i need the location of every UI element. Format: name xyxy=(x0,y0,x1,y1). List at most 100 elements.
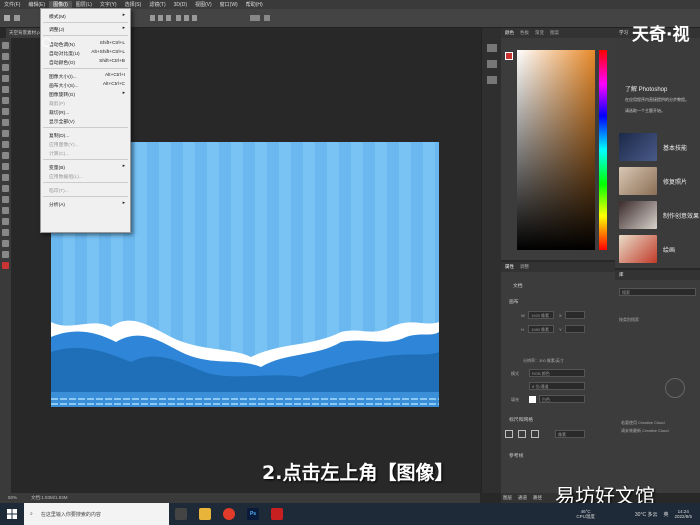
tab-properties[interactable]: 属性 xyxy=(505,264,514,270)
menu-item-auto-tone[interactable]: 自动色调(N) Shift+Ctrl+L xyxy=(41,39,130,48)
menu-view[interactable]: 视图(V) xyxy=(191,1,216,8)
start-button[interactable] xyxy=(0,503,24,525)
foreground-swatch[interactable] xyxy=(505,52,513,60)
crop-icon[interactable] xyxy=(2,86,9,93)
menu-item-image-size[interactable]: 图像大小(I)... Alt+Ctrl+I xyxy=(41,71,130,80)
x-field[interactable] xyxy=(565,311,585,319)
tab-patterns[interactable]: 图案 xyxy=(550,30,559,36)
history-icon[interactable] xyxy=(486,44,497,52)
eyedropper-icon[interactable] xyxy=(2,97,9,104)
chrome-icon[interactable] xyxy=(223,508,235,520)
unit-select[interactable]: 像素 xyxy=(555,430,585,438)
color-picker-field[interactable] xyxy=(517,50,595,250)
tab-swatches[interactable]: 色板 xyxy=(520,30,529,36)
menu-layer[interactable]: 图层(L) xyxy=(72,1,96,8)
hand-icon[interactable] xyxy=(2,240,9,247)
learn-desc-2: 请选取一个主题开始。 xyxy=(625,108,665,113)
menu-item-analysis[interactable]: 分析(A) ▸ xyxy=(41,199,130,208)
tab-channels[interactable]: 通道 xyxy=(518,495,527,501)
photoshop-taskbar-icon[interactable]: Ps xyxy=(247,508,259,520)
menu-image[interactable]: 图像(I) xyxy=(49,1,72,8)
learn-topic-basic[interactable]: 基本技能 xyxy=(619,132,700,162)
brush-settings-icon[interactable] xyxy=(486,76,497,84)
menu-item-apply-data-set[interactable]: 应用数据组(L)... xyxy=(41,171,130,180)
grid-icon[interactable] xyxy=(518,430,526,438)
menu-item-canvas-size[interactable]: 画布大小(S)... Alt+Ctrl+C xyxy=(41,80,130,89)
menu-select[interactable]: 选择(S) xyxy=(121,1,146,8)
weather-widget[interactable]: 30°C 多云 xyxy=(635,511,658,518)
tab-gradients[interactable]: 渐变 xyxy=(535,30,544,36)
learn-topic-painting[interactable]: 绘画 xyxy=(619,234,700,264)
lasso-icon[interactable] xyxy=(2,64,9,71)
properties-icon[interactable] xyxy=(486,60,497,68)
tab-layers[interactable]: 图层 xyxy=(503,495,512,501)
stamp-icon[interactable] xyxy=(2,130,9,137)
pen-icon[interactable] xyxy=(2,196,9,203)
brush-icon[interactable] xyxy=(2,119,9,126)
menu-item-adjust[interactable]: 调整(J) ▸ xyxy=(41,24,130,33)
menu-item-mode[interactable]: 模式(M) ▸ xyxy=(41,11,130,20)
gradient-icon[interactable] xyxy=(2,163,9,170)
learn-topic-fix-photos[interactable]: 修复照片 xyxy=(619,166,700,196)
task-view-icon[interactable] xyxy=(175,508,187,520)
height-field[interactable]: 1080 像素 xyxy=(528,325,554,333)
blur-icon[interactable] xyxy=(2,174,9,181)
width-field[interactable]: 1920 像素 xyxy=(528,311,554,319)
ruler-icon[interactable] xyxy=(505,430,513,438)
menu-filter[interactable]: 滤镜(T) xyxy=(145,1,169,8)
taskbar-search[interactable]: ⌕ 在这里输入你要搜索的内容 xyxy=(24,503,169,525)
menu-item-reveal-all[interactable]: 显示全部(V) xyxy=(41,116,130,125)
app-taskbar-icon[interactable] xyxy=(271,508,283,520)
fill-select[interactable]: 白色 xyxy=(539,395,585,403)
learn-topic-creative[interactable]: 制作创意效果 xyxy=(619,200,700,230)
menu-edit[interactable]: 编辑(E) xyxy=(24,1,49,8)
magic-wand-icon[interactable] xyxy=(2,75,9,82)
menu-item-auto-contrast[interactable]: 自动对比度(U) Alt+Shift+Ctrl+L xyxy=(41,48,130,57)
fill-swatch[interactable] xyxy=(529,396,536,403)
creative-cloud-icon xyxy=(665,378,685,398)
eraser-icon[interactable] xyxy=(2,152,9,159)
library-search-input[interactable]: 搜索 xyxy=(619,288,696,296)
dodge-icon[interactable] xyxy=(2,185,9,192)
history-brush-icon[interactable] xyxy=(2,141,9,148)
cpu-temp-widget[interactable]: 46°C CPU温度 xyxy=(576,509,595,520)
file-explorer-icon[interactable] xyxy=(199,508,211,520)
menu-item-trap[interactable]: 陷印(T)... xyxy=(41,185,130,194)
clock[interactable]: 14:24 2022/8/5 xyxy=(674,509,692,519)
depth-select[interactable]: 8 位/通道 xyxy=(529,382,585,390)
menu-item-variables[interactable]: 变量(B) ▸ xyxy=(41,162,130,171)
library-filter[interactable]: 按类别搜索 xyxy=(619,317,639,323)
menu-item-calculations[interactable]: 计算(C)... xyxy=(41,148,130,157)
tab-libraries[interactable]: 库 xyxy=(619,272,624,278)
menu-help[interactable]: 帮助(H) xyxy=(242,1,267,8)
menu-type[interactable]: 文字(Y) xyxy=(96,1,121,8)
tab-paths[interactable]: 路径 xyxy=(533,495,542,501)
zoom-icon[interactable] xyxy=(2,251,9,258)
marquee-icon[interactable] xyxy=(2,53,9,60)
move-icon[interactable] xyxy=(2,42,9,49)
menu-item-duplicate[interactable]: 复制(D)... xyxy=(41,130,130,139)
mode-select[interactable]: RGB 颜色 xyxy=(529,369,585,377)
tab-learn[interactable]: 学习 xyxy=(619,30,628,36)
taskbar-search-placeholder: 在这里输入你要搜索的内容 xyxy=(40,511,101,518)
menu-item-image-rotation[interactable]: 图像旋转(G) ▸ xyxy=(41,89,130,98)
menu-item-apply-image[interactable]: 应用图像(Y)... xyxy=(41,139,130,148)
guides-icon[interactable] xyxy=(531,430,539,438)
y-field[interactable] xyxy=(565,325,585,333)
hue-slider[interactable] xyxy=(599,50,607,250)
zoom-level[interactable]: 50% xyxy=(8,495,17,501)
foreground-color-swatch[interactable] xyxy=(2,262,9,269)
menu-item-auto-color[interactable]: 自动颜色(O) Shift+Ctrl+B xyxy=(41,57,130,66)
menu-item-crop[interactable]: 裁剪(P) xyxy=(41,98,130,107)
tab-color[interactable]: 颜色 xyxy=(505,30,514,36)
tab-adjustments[interactable]: 调整 xyxy=(520,264,529,270)
menu-window[interactable]: 窗口(W) xyxy=(216,1,242,8)
menu-3d[interactable]: 3D(D) xyxy=(170,2,191,8)
healing-icon[interactable] xyxy=(2,108,9,115)
menu-item-trim[interactable]: 裁切(R)... xyxy=(41,107,130,116)
shape-icon[interactable] xyxy=(2,229,9,236)
type-icon[interactable] xyxy=(2,207,9,214)
path-select-icon[interactable] xyxy=(2,218,9,225)
menu-file[interactable]: 文件(F) xyxy=(0,1,24,8)
ime-indicator[interactable]: 英 xyxy=(663,511,668,518)
